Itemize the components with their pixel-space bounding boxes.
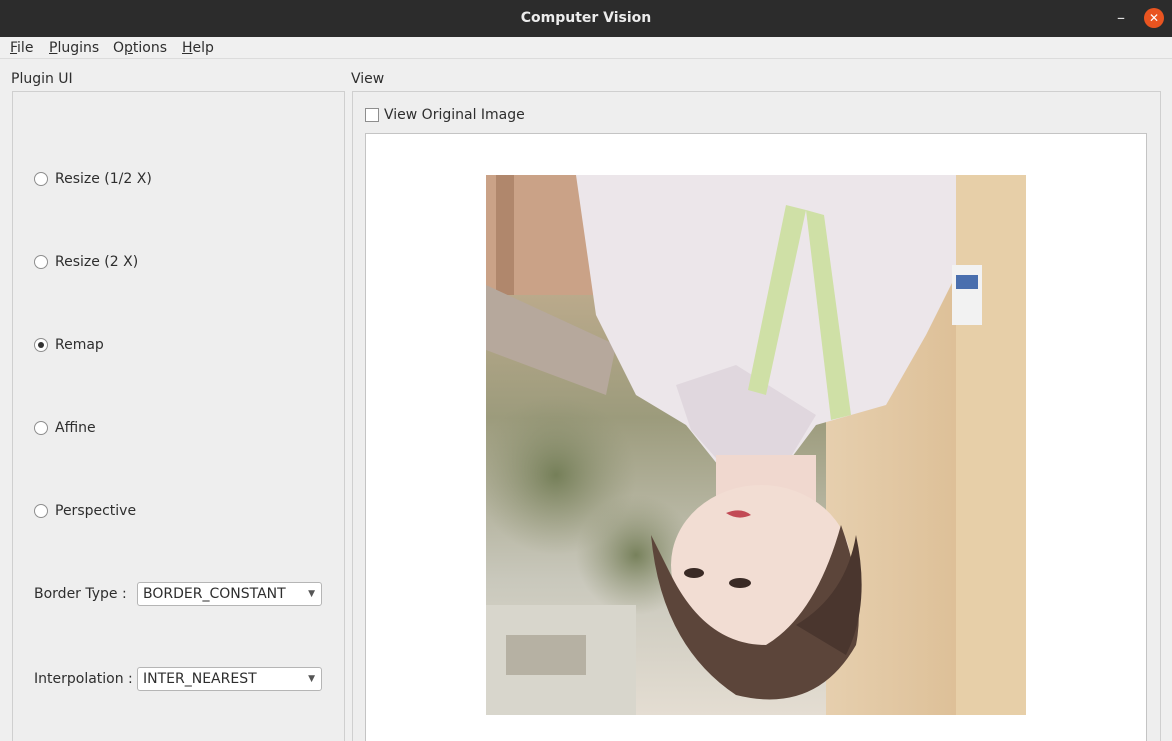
radio-remap[interactable]: Remap <box>34 336 104 354</box>
radio-label: Resize (1/2 X) <box>55 171 152 187</box>
interpolation-value: INTER_NEAREST <box>143 671 257 687</box>
menu-file[interactable]: File <box>10 40 33 56</box>
minimize-button[interactable]: – <box>1112 6 1130 30</box>
result-image <box>486 175 1026 715</box>
radio-indicator[interactable] <box>34 255 48 269</box>
radio-resize-half[interactable]: Resize (1/2 X) <box>34 170 152 188</box>
border-type-label: Border Type : <box>34 586 127 602</box>
border-type-value: BORDER_CONSTANT <box>143 586 286 602</box>
checkbox-indicator[interactable] <box>365 108 379 122</box>
border-type-combo[interactable]: BORDER_CONSTANT ▼ <box>137 582 322 606</box>
triangle-down-icon: ▼ <box>308 589 315 599</box>
view-title: View <box>351 71 385 87</box>
radio-affine[interactable]: Affine <box>34 419 96 437</box>
radio-indicator[interactable] <box>34 172 48 186</box>
radio-label: Perspective <box>55 503 137 519</box>
menu-help[interactable]: Help <box>182 40 214 56</box>
close-button[interactable]: ✕ <box>1144 8 1164 28</box>
plugin-ui-title: Plugin UI <box>11 71 73 87</box>
view-original-checkbox[interactable]: View Original Image <box>365 107 525 123</box>
radio-indicator[interactable] <box>34 504 48 518</box>
radio-label: Remap <box>55 337 104 353</box>
menu-plugins[interactable]: Plugins <box>49 40 99 56</box>
menu-bar: File Plugins Options Help <box>0 37 1172 59</box>
radio-indicator[interactable] <box>34 338 48 352</box>
radio-indicator[interactable] <box>34 421 48 435</box>
menu-options[interactable]: Options <box>113 40 167 56</box>
interpolation-combo[interactable]: INTER_NEAREST ▼ <box>137 667 322 691</box>
plugin-ui-panel <box>12 91 345 741</box>
title-bar: Computer Vision – ✕ <box>0 0 1172 37</box>
view-original-label: View Original Image <box>384 107 525 123</box>
interpolation-label: Interpolation : <box>34 671 133 687</box>
radio-label: Affine <box>55 420 96 436</box>
triangle-down-icon: ▼ <box>308 674 315 684</box>
radio-perspective[interactable]: Perspective <box>34 502 136 520</box>
window-title: Computer Vision <box>520 10 652 26</box>
radio-label: Resize (2 X) <box>55 254 139 270</box>
radio-resize-double[interactable]: Resize (2 X) <box>34 253 138 271</box>
